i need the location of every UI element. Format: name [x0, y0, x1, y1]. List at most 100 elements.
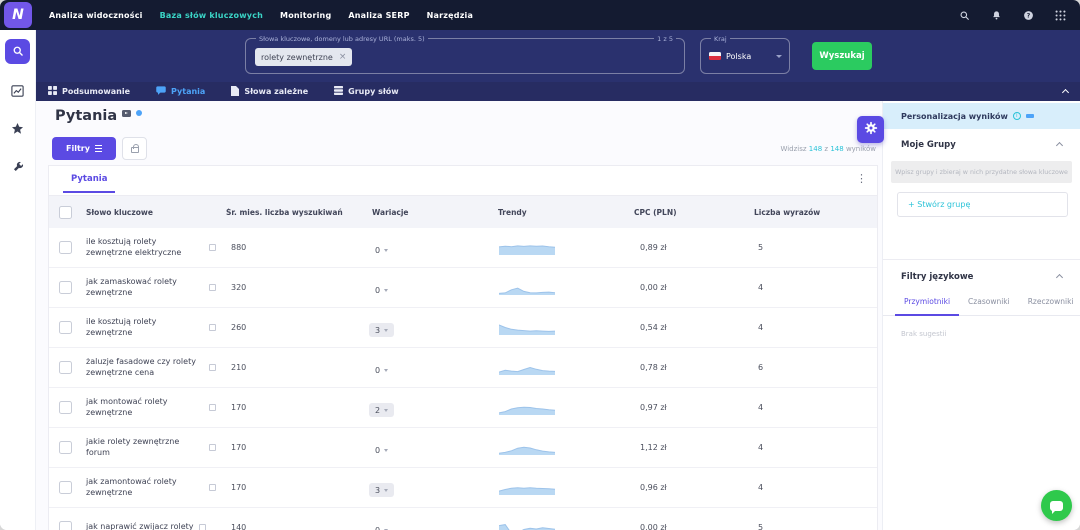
table-row[interactable]: ile kosztują rolety zewnętrzne26030,54 z… [49, 308, 877, 348]
chevron-down-icon [384, 249, 388, 252]
serp-preview-icon[interactable] [209, 444, 216, 451]
serp-preview-icon[interactable] [209, 284, 216, 291]
search-icon[interactable] [959, 10, 970, 21]
remove-chip-icon[interactable]: × [339, 52, 347, 62]
chevron-down-icon [384, 409, 388, 412]
keyword-chip[interactable]: rolety zewnętrzne × [255, 48, 352, 66]
help-icon[interactable]: ? [1023, 10, 1034, 21]
nav-item-analiza-serp[interactable]: Analiza SERP [348, 11, 409, 20]
cpc-value: 0,89 zł [626, 243, 746, 252]
trend-sparkline [491, 520, 626, 530]
row-checkbox[interactable] [59, 521, 72, 530]
keywords-input[interactable]: Słowa kluczowe, domeny lub adresy URL (m… [245, 38, 685, 74]
variations-dropdown[interactable]: 0 [369, 243, 394, 257]
table-row[interactable]: jak naprawić zwijacz rolety14000,00 zł5 [49, 508, 877, 530]
col-cpc[interactable]: CPC (PLN) [626, 208, 746, 217]
page-title: Pytania [55, 108, 117, 124]
col-variations[interactable]: Wariacje [361, 208, 491, 217]
chat-icon [156, 86, 166, 98]
select-all-checkbox[interactable] [59, 206, 72, 219]
row-checkbox[interactable] [59, 441, 72, 454]
nav-item-monitoring[interactable]: Monitoring [280, 11, 331, 20]
my-groups-section: Moje Grupy [883, 140, 1080, 150]
lock-button[interactable] [122, 137, 147, 160]
language-tabs: PrzymiotnikiCzasownikiRzeczowniki [883, 292, 1080, 316]
chat-widget-button[interactable] [1041, 490, 1072, 521]
serp-preview-icon[interactable] [209, 484, 216, 491]
serp-preview-icon[interactable] [209, 364, 216, 371]
keyword-text: jakie rolety zewnętrzne forum [86, 437, 204, 459]
collapse-header-icon[interactable] [1062, 89, 1069, 96]
row-checkbox[interactable] [59, 361, 72, 374]
table-row[interactable]: jak montować rolety zewnętrzne17020,97 z… [49, 388, 877, 428]
right-sidebar: Personalizacja wyników i Moje Grupy Wpis… [882, 101, 1080, 530]
word-count: 5 [746, 523, 879, 530]
row-checkbox[interactable] [59, 321, 72, 334]
variations-dropdown[interactable]: 2 [369, 403, 394, 417]
apps-grid-icon[interactable] [1055, 10, 1066, 21]
serp-preview-icon[interactable] [199, 524, 206, 530]
search-volume: 320 [216, 283, 361, 292]
word-count: 5 [746, 243, 879, 252]
extras-button[interactable] [5, 118, 30, 140]
video-tutorial-icon[interactable] [122, 110, 131, 117]
nav-item-analiza-widocznosci[interactable]: Analiza widoczności [49, 11, 143, 20]
row-checkbox[interactable] [59, 481, 72, 494]
nav-item-baza-slow-kluczowych[interactable]: Baza słów kluczowych [160, 11, 263, 20]
table-row[interactable]: jakie rolety zewnętrzne forum17001,12 zł… [49, 428, 877, 468]
table-row[interactable]: ile kosztują rolety zewnętrzne elektrycz… [49, 228, 877, 268]
filters-button[interactable]: Filtry [52, 137, 116, 160]
tools-button[interactable] [5, 156, 30, 178]
senuto-logo[interactable]: N [4, 2, 32, 28]
create-group-button[interactable]: + Stwórz grupę [897, 192, 1068, 217]
serp-preview-icon[interactable] [209, 324, 216, 331]
tab-slowa-zalezne[interactable]: Słowa zależne [231, 86, 308, 98]
table-row[interactable]: jak zamontować rolety zewnętrzne17030,96… [49, 468, 877, 508]
chevron-up-icon[interactable] [1056, 141, 1063, 148]
nav-item-narzedzia[interactable]: Narzędzia [427, 11, 473, 20]
info-circle-icon[interactable]: i [1013, 112, 1021, 120]
variations-dropdown[interactable]: 0 [369, 523, 394, 530]
info-icon[interactable] [136, 110, 142, 116]
col-words[interactable]: Liczba wyrazów [746, 208, 879, 217]
variations-dropdown[interactable]: 0 [369, 443, 394, 457]
serp-preview-icon[interactable] [209, 244, 216, 251]
country-select[interactable]: Kraj Polska [700, 38, 790, 74]
col-searches[interactable]: Śr. mies. liczba wyszukiwań [216, 208, 361, 217]
col-keyword[interactable]: Słowo kluczowe [79, 208, 216, 217]
row-checkbox[interactable] [59, 241, 72, 254]
trend-sparkline [491, 320, 626, 336]
keyword-explorer-button[interactable] [5, 39, 30, 64]
variations-dropdown[interactable]: 0 [369, 283, 394, 297]
row-checkbox[interactable] [59, 281, 72, 294]
cpc-value: 0,00 zł [626, 523, 746, 530]
tab-podsumowanie[interactable]: Podsumowanie [48, 86, 130, 97]
table-tab-pytania[interactable]: Pytania [63, 174, 115, 193]
variations-dropdown[interactable]: 3 [369, 323, 394, 337]
filter-lines-icon [95, 145, 102, 152]
table-row[interactable]: żaluzje fasadowe czy rolety zewnętrzne c… [49, 348, 877, 388]
module-tabs: Podsumowanie Pytania Słowa zależne Grupy sł… [48, 86, 425, 98]
variations-dropdown[interactable]: 0 [369, 363, 394, 377]
serp-preview-icon[interactable] [209, 404, 216, 411]
keyword-text: ile kosztują rolety zewnętrzne elektrycz… [86, 237, 204, 259]
table-row[interactable]: jak zamaskować rolety zewnętrzne32000,00… [49, 268, 877, 308]
search-button[interactable]: Wyszukaj [812, 42, 872, 70]
variations-dropdown[interactable]: 3 [369, 483, 394, 497]
lang-tab-czasowniki[interactable]: Czasowniki [959, 292, 1019, 315]
lang-tab-rzeczowniki[interactable]: Rzeczowniki [1019, 292, 1080, 315]
settings-gear-button[interactable] [857, 116, 884, 143]
row-checkbox[interactable] [59, 401, 72, 414]
minimize-icon[interactable] [1026, 114, 1034, 118]
tab-pytania[interactable]: Pytania [156, 86, 205, 98]
rank-tracker-button[interactable] [5, 80, 30, 102]
table-menu-icon[interactable]: ⋮ [856, 173, 867, 184]
groups-search-placeholder[interactable]: Wpisz grupy i zbieraj w nich przydatne s… [891, 161, 1072, 183]
lang-tab-przymiotniki[interactable]: Przymiotniki [895, 292, 959, 316]
col-trends[interactable]: Trendy [491, 208, 626, 217]
module-tabs-bar: Podsumowanie Pytania Słowa zależne Grupy sł… [36, 82, 1080, 101]
tab-grupy-slow[interactable]: Grupy słów [334, 86, 399, 97]
chevron-up-icon[interactable] [1056, 273, 1063, 280]
bell-icon[interactable] [991, 10, 1002, 21]
cpc-value: 0,00 zł [626, 283, 746, 292]
